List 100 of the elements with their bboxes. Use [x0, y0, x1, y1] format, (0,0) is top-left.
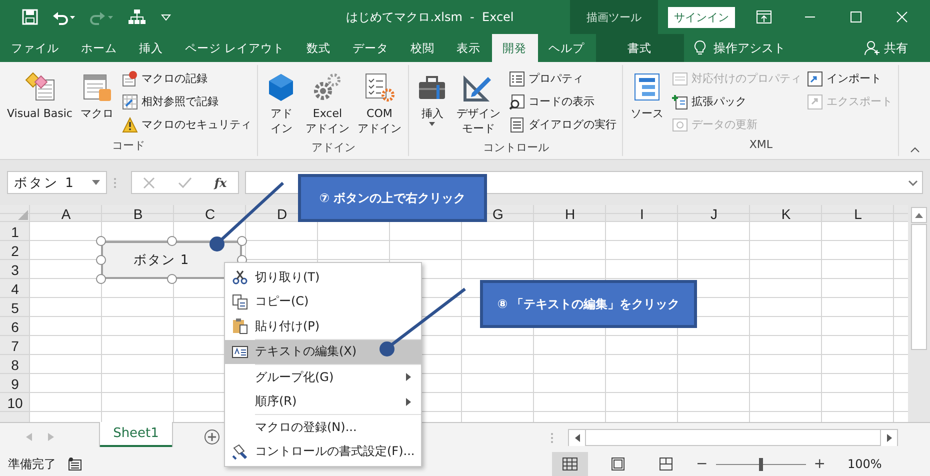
cancel-icon[interactable]: [143, 176, 156, 188]
column-header[interactable]: G: [492, 206, 504, 222]
column-header[interactable]: B: [133, 206, 143, 222]
ribbon-button[interactable]: ダイアログの実行: [507, 113, 618, 136]
clipboard-icon: [232, 318, 248, 334]
context-tab-label: 描画ツール: [570, 0, 658, 34]
row-header[interactable]: 8: [11, 356, 19, 372]
menu-item[interactable]: 順序(R): [225, 390, 421, 414]
ribbon-tab[interactable]: 校閲: [400, 34, 446, 62]
zoom-slider-thumb[interactable]: [758, 458, 763, 470]
ribbon-button[interactable]: コードの表示: [507, 90, 618, 113]
page-break-icon: [658, 457, 674, 471]
ribbon-tab[interactable]: ヘルプ: [538, 34, 596, 62]
collapse-ribbon-button[interactable]: [908, 145, 922, 155]
menu-item[interactable]: 貼り付け(P): [225, 314, 421, 338]
row-header[interactable]: 5: [11, 300, 19, 316]
ribbon-button[interactable]: ソース: [627, 67, 666, 125]
plus-circle-icon: [204, 429, 220, 445]
menu-item[interactable]: グループ化(G): [225, 365, 421, 390]
scrollbar-thumb[interactable]: [585, 430, 881, 445]
submenu-arrow-icon: [406, 373, 411, 382]
hierarchy-icon[interactable]: [128, 9, 146, 25]
column-header[interactable]: H: [564, 206, 576, 222]
text-box-icon: [232, 344, 248, 360]
ribbon-button[interactable]: 挿入: [413, 67, 452, 134]
window-title: はじめてマクロ.xlsm - Excel: [345, 8, 515, 26]
ribbon-tab[interactable]: 数式: [296, 34, 342, 62]
column-header[interactable]: C: [204, 206, 216, 222]
ribbon-button[interactable]: プロパティ: [507, 67, 618, 90]
zoom-level[interactable]: 100%: [847, 457, 882, 471]
row-header[interactable]: 3: [11, 262, 19, 278]
new-sheet-button[interactable]: [204, 429, 220, 445]
ribbon-button[interactable]: マクロの記録: [120, 67, 254, 90]
ribbon-tab[interactable]: 挿入: [128, 34, 174, 62]
ribbon-tab[interactable]: ホーム: [70, 34, 128, 62]
row-header[interactable]: 6: [11, 318, 19, 334]
view-button[interactable]: [552, 452, 588, 476]
ribbon-button[interactable]: マクロ: [77, 67, 116, 125]
menu-item[interactable]: コピー(C): [225, 290, 421, 314]
save-icon[interactable]: [22, 9, 38, 25]
ribbon-button[interactable]: アド イン: [262, 67, 300, 140]
previous-sheet-icon[interactable]: [26, 433, 32, 441]
ribbon-button[interactable]: 相対参照で記録: [120, 90, 254, 113]
ribbon-button[interactable]: Excel アドイン: [302, 67, 352, 140]
page-layout-icon: [610, 457, 626, 471]
ribbon-button[interactable]: インポート: [805, 67, 894, 90]
column-header[interactable]: D: [276, 206, 288, 222]
row-header[interactable]: 4: [11, 280, 19, 296]
insert-function-button[interactable]: fx: [214, 176, 227, 190]
zoom-out-button[interactable]: −: [692, 456, 712, 472]
ribbon-tab[interactable]: 開発: [492, 34, 538, 62]
redo-icon[interactable]: [90, 9, 114, 25]
sign-in-button[interactable]: サインイン: [668, 6, 735, 28]
scrollbar-thumb[interactable]: [911, 224, 927, 350]
menu-item[interactable]: マクロの登録(N)...: [225, 415, 421, 440]
row-header[interactable]: 1: [11, 224, 19, 240]
zoom-in-button[interactable]: +: [810, 456, 830, 472]
menu-item[interactable]: コントロールの書式設定(F)...: [225, 440, 421, 464]
customize-caret-icon[interactable]: [160, 12, 172, 22]
ribbon-tab[interactable]: 書式: [596, 34, 684, 62]
expand-caret-icon: [908, 180, 918, 186]
checklist-icon: [363, 71, 396, 103]
ribbon-button[interactable]: デザイン モード: [453, 67, 504, 140]
tell-me-field[interactable]: 操作アシスト: [714, 40, 786, 56]
sheet-tab[interactable]: Sheet1: [100, 422, 172, 447]
name-box[interactable]: ボタン 1: [7, 171, 107, 194]
horizontal-scrollbar[interactable]: [568, 429, 898, 446]
submenu-arrow-icon: [406, 398, 411, 406]
enter-check-icon[interactable]: [178, 176, 192, 188]
ribbon-tab[interactable]: 表示: [446, 34, 492, 62]
next-sheet-icon[interactable]: [48, 433, 54, 441]
ribbon-tab[interactable]: データ: [342, 34, 400, 62]
ribbon-button[interactable]: Visual Basic: [4, 67, 76, 125]
share-button[interactable]: 共有: [858, 34, 914, 62]
maximize-icon: [850, 11, 862, 23]
column-header[interactable]: A: [61, 206, 71, 222]
row-header[interactable]: 2: [11, 242, 19, 258]
row-header[interactable]: 10: [7, 394, 23, 410]
scroll-up-button[interactable]: [911, 207, 927, 223]
ribbon-button[interactable]: マクロのセキュリティ: [120, 113, 254, 136]
ribbon-button[interactable]: 拡張パック: [670, 90, 804, 113]
column-header[interactable]: L: [854, 206, 862, 222]
row-header[interactable]: 7: [11, 338, 19, 354]
undo-icon[interactable]: [52, 9, 76, 25]
caret-right-icon: [886, 434, 892, 442]
column-header[interactable]: K: [781, 206, 791, 222]
column-header[interactable]: I: [640, 206, 644, 222]
split-grip-icon[interactable]: [550, 432, 554, 444]
ribbon-button[interactable]: COM アドイン: [354, 67, 404, 140]
ribbon-tab[interactable]: ファイル: [0, 34, 70, 62]
ribbon-tab[interactable]: ページ レイアウト: [174, 34, 296, 62]
code-window-icon: [24, 71, 56, 103]
column-header[interactable]: J: [710, 206, 718, 222]
plus-doc-icon: [672, 94, 688, 110]
menu-item[interactable]: テキストの編集(X): [225, 340, 421, 364]
gears-icon: [311, 71, 344, 103]
macro-record-icon[interactable]: [68, 457, 82, 471]
import-icon: [807, 70, 824, 86]
instruction-tooltip: ⑧ 「テキストの編集」をクリック: [480, 280, 697, 328]
row-header[interactable]: 9: [11, 376, 19, 392]
